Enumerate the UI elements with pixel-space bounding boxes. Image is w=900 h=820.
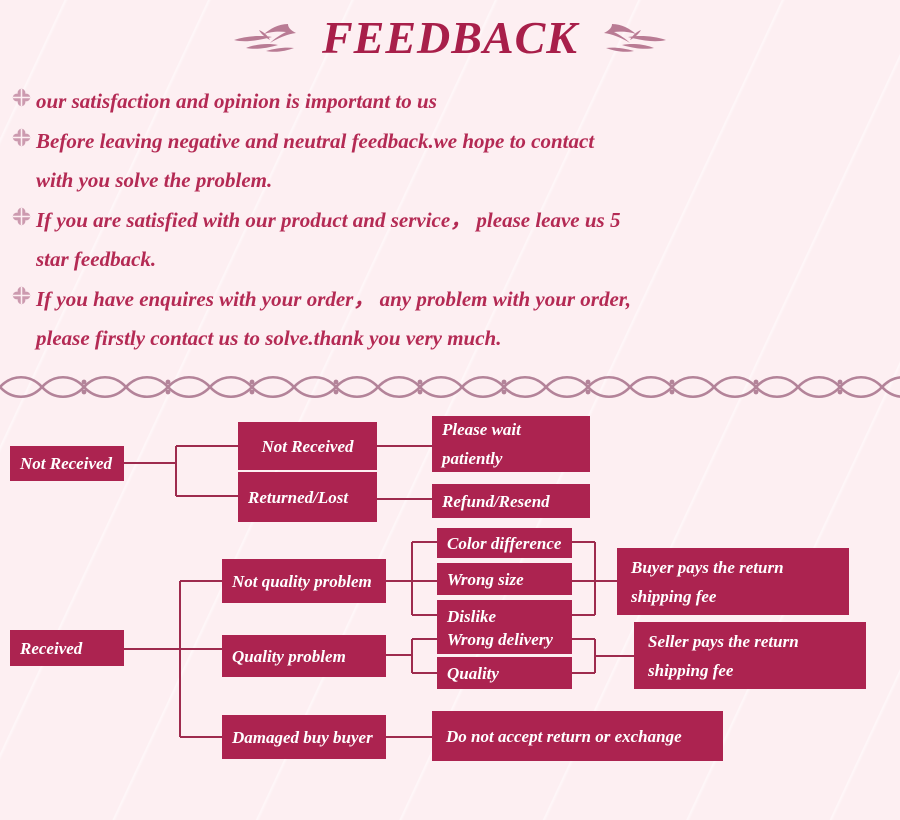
page-title: FEEDBACK — [322, 12, 578, 63]
flow-node-not-received-root[interactable]: Not Received — [10, 446, 124, 481]
flow-node-not-quality-problem[interactable]: Not quality problem — [222, 559, 386, 603]
list-item-line: our satisfaction and opinion is importan… — [36, 89, 437, 113]
feedback-policy-list: our satisfaction and opinion is importan… — [0, 76, 900, 358]
flow-node-do-not-accept[interactable]: Do not accept return or exchange — [432, 711, 723, 761]
flower-bullet-icon — [12, 82, 36, 112]
flower-bullet-icon — [12, 280, 36, 310]
flow-node-not-received-child[interactable]: Not Received — [238, 422, 377, 470]
list-item-line: please firstly contact us to solve.thank… — [36, 326, 502, 350]
list-item-line: Before leaving negative and neutral feed… — [36, 129, 595, 153]
list-item-line: with you solve the problem. — [36, 168, 273, 192]
list-item-text: Before leaving negative and neutral feed… — [36, 122, 594, 200]
flow-node-buyer-pays-return[interactable]: Buyer pays the return shipping fee — [617, 548, 849, 615]
flower-bullet-icon — [12, 201, 36, 231]
flow-node-line: Seller pays the return — [648, 631, 799, 651]
returns-policy-flowchart: Not Received Not Received Returned/Lost … — [0, 404, 900, 794]
flow-node-line: patiently — [442, 449, 503, 468]
flow-node-returned-lost[interactable]: Returned/Lost — [238, 472, 377, 522]
flow-node-line: Please wait — [442, 420, 521, 439]
list-item: our satisfaction and opinion is importan… — [12, 82, 900, 121]
flow-node-seller-pays-return[interactable]: Seller pays the return shipping fee — [634, 622, 866, 689]
flow-node-damaged-buy-buyer[interactable]: Damaged buy buyer — [222, 715, 386, 759]
flow-node-color-difference[interactable]: Color difference — [437, 528, 572, 558]
flow-node-line: shipping fee — [648, 660, 734, 680]
wavy-ribbon-divider-icon — [0, 372, 900, 402]
list-item-text: our satisfaction and opinion is importan… — [36, 82, 437, 121]
leaf-branch-ornament-right-icon — [588, 18, 674, 58]
list-item-line: If you have enquires with your order， an… — [36, 287, 632, 311]
list-item: If you are satisfied with our product an… — [12, 201, 900, 279]
flow-node-received-root[interactable]: Received — [10, 630, 124, 666]
flow-node-wrong-delivery[interactable]: Wrong delivery — [437, 625, 572, 654]
list-item: If you have enquires with your order， an… — [12, 280, 900, 358]
flow-node-line: Buyer pays the return — [631, 557, 784, 577]
flow-node-refund-resend[interactable]: Refund/Resend — [432, 484, 590, 518]
list-item-line: If you are satisfied with our product an… — [36, 208, 621, 232]
flow-node-quality[interactable]: Quality — [437, 657, 572, 689]
flow-node-quality-problem[interactable]: Quality problem — [222, 635, 386, 677]
list-item-text: If you have enquires with your order， an… — [36, 280, 631, 358]
page-header: FEEDBACK — [0, 0, 900, 76]
flow-node-please-wait-patiently[interactable]: Please wait patiently — [432, 416, 590, 472]
list-item-text: If you are satisfied with our product an… — [36, 201, 620, 279]
flower-bullet-icon — [12, 122, 36, 152]
list-item: Before leaving negative and neutral feed… — [12, 122, 900, 200]
flow-node-line: shipping fee — [631, 586, 717, 606]
flow-node-wrong-size[interactable]: Wrong size — [437, 563, 572, 595]
list-item-line: star feedback. — [36, 247, 157, 271]
leaf-branch-ornament-left-icon — [226, 18, 312, 58]
